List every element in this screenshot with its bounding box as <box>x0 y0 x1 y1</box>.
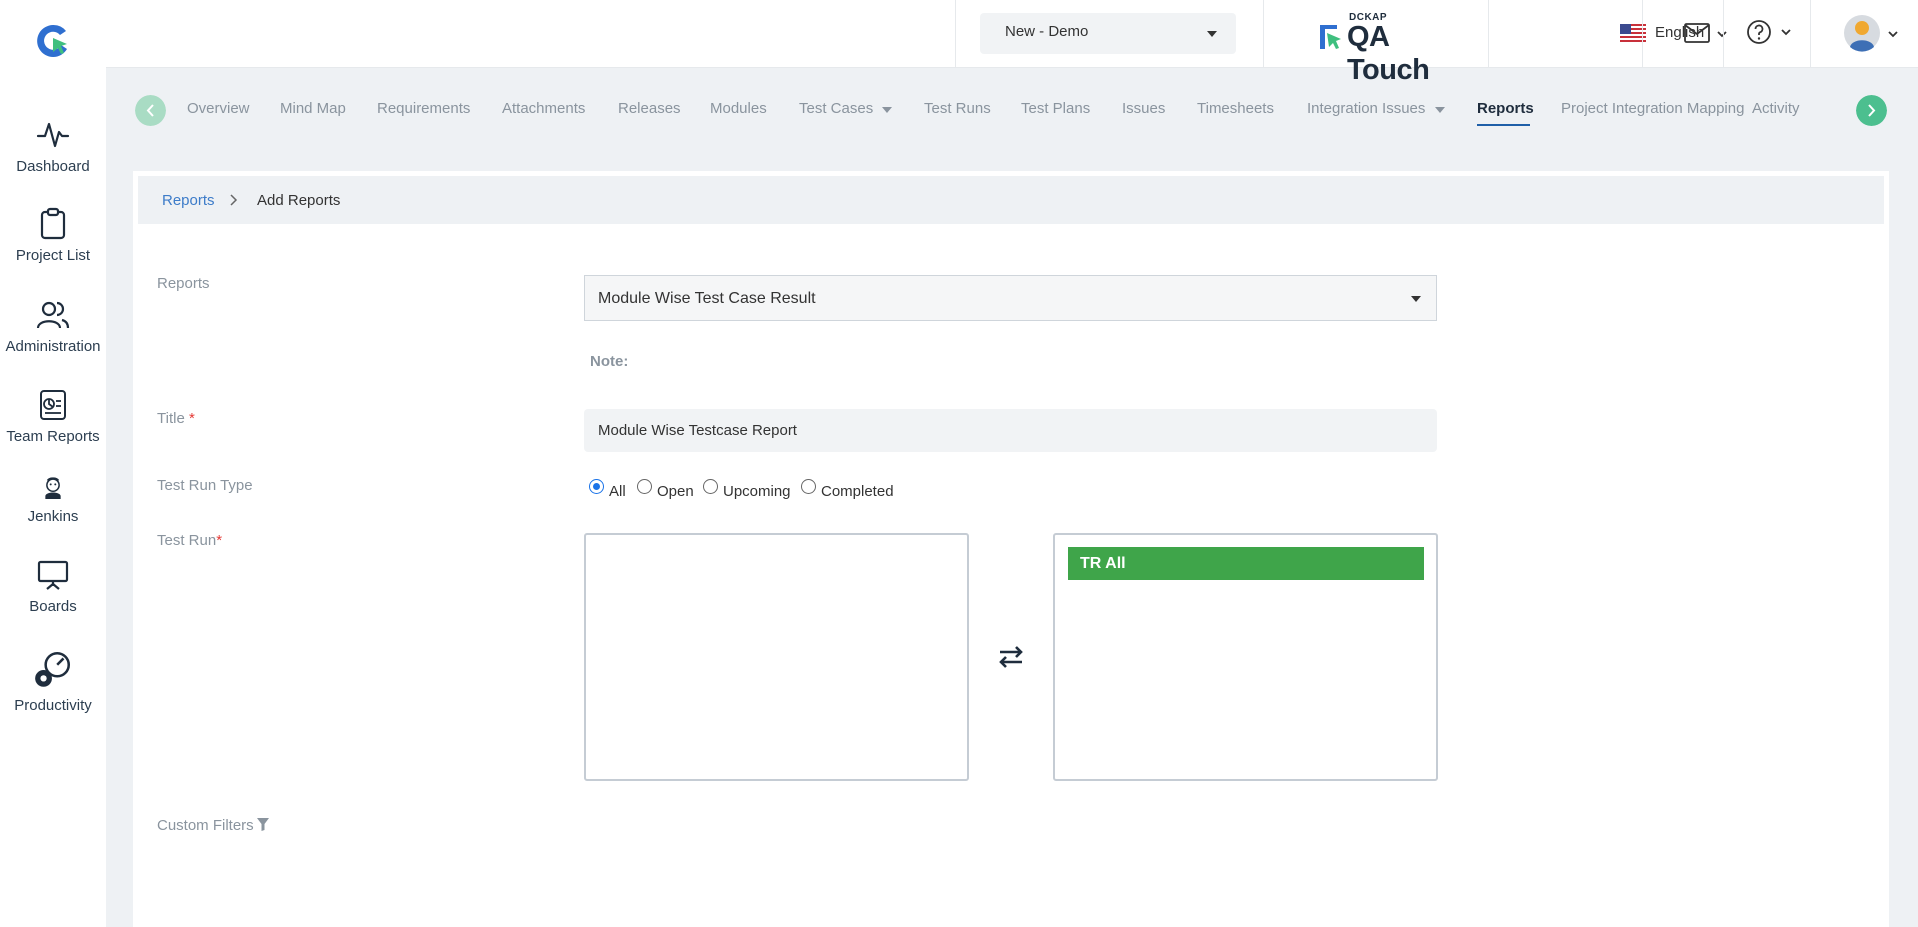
tab-timesheets[interactable]: Timesheets <box>1197 100 1274 117</box>
radio-all-label: All <box>609 483 626 500</box>
sidebar-item-label: Administration <box>5 338 101 355</box>
radio-completed-label: Completed <box>821 483 894 500</box>
sidebar-item-team-reports[interactable]: Team Reports <box>0 388 106 445</box>
tabs-scroll-left-button[interactable] <box>135 95 166 126</box>
sidebar-item-label: Jenkins <box>27 508 79 525</box>
note-label: Note: <box>590 353 629 370</box>
test-run-label-text: Test Run <box>157 532 217 549</box>
sidebar-item-jenkins[interactable]: Jenkins <box>0 476 106 525</box>
tab-attachments[interactable]: Attachments <box>502 100 585 117</box>
sidebar-item-label: Dashboard <box>16 158 90 175</box>
tab-integration-issues[interactable]: Integration Issues <box>1307 100 1425 117</box>
sidebar-item-project-list[interactable]: Project List <box>0 207 106 264</box>
tab-test-plans[interactable]: Test Plans <box>1021 100 1090 117</box>
breadcrumb: Reports Add Reports <box>138 176 1884 224</box>
user-menu[interactable] <box>1843 14 1903 54</box>
chevron-down-icon <box>1888 31 1898 38</box>
filter-icon[interactable] <box>257 818 269 831</box>
caret-down-icon <box>882 107 892 113</box>
tab-modules[interactable]: Modules <box>710 100 767 117</box>
avatar <box>1844 15 1880 52</box>
tabs-scroll-right-button[interactable] <box>1856 95 1887 126</box>
tab-mind-map[interactable]: Mind Map <box>280 100 346 117</box>
chevron-right-icon <box>230 194 238 206</box>
active-tab-indicator <box>1477 124 1530 126</box>
help-icon <box>1747 20 1771 44</box>
breadcrumb-current: Add Reports <box>257 192 341 209</box>
caret-down-icon <box>1207 31 1217 37</box>
qatouch-logo-icon[interactable] <box>34 22 72 60</box>
title-input[interactable] <box>584 409 1437 452</box>
project-select[interactable]: New - Demo <box>980 13 1236 54</box>
tab-project-integration-mapping[interactable]: Project Integration Mapping <box>1561 100 1744 117</box>
board-icon <box>37 560 69 590</box>
header-divider <box>1263 0 1264 68</box>
test-run-label: Test Run* <box>157 532 222 549</box>
chevron-down-icon <box>1717 31 1727 38</box>
qatouch-logo-icon <box>1320 25 1341 49</box>
tab-overview[interactable]: Overview <box>187 100 250 117</box>
title-label-text: Title <box>157 410 185 427</box>
sidebar-item-boards[interactable]: Boards <box>0 558 106 615</box>
caret-down-icon <box>1435 107 1445 113</box>
tab-test-cases[interactable]: Test Cases <box>799 100 873 117</box>
required-marker: * <box>216 532 223 549</box>
header-divider <box>1723 0 1724 68</box>
sidebar-item-label: Team Reports <box>6 428 100 445</box>
radio-completed[interactable] <box>801 479 816 494</box>
top-header: New - Demo DCKAP QA Touch English <box>106 0 1918 86</box>
brand-logo[interactable]: DCKAP QA Touch <box>1311 12 1471 86</box>
header-divider <box>1488 0 1489 68</box>
tab-test-runs[interactable]: Test Runs <box>924 100 991 117</box>
radio-upcoming-label: Upcoming <box>723 483 791 500</box>
clipboard-icon <box>40 207 66 240</box>
header-divider <box>955 0 956 68</box>
breadcrumb-reports-link[interactable]: Reports <box>162 192 215 209</box>
sidebar-item-label: Project List <box>15 247 91 264</box>
sidebar-item-administration[interactable]: Administration <box>0 298 106 355</box>
radio-open[interactable] <box>637 479 652 494</box>
tab-reports[interactable]: Reports <box>1477 100 1534 117</box>
sidebar-item-label: Boards <box>29 598 77 615</box>
list-item[interactable]: TR All <box>1068 547 1424 580</box>
title-label: Title * <box>157 410 195 427</box>
sidebar-item-label: Productivity <box>14 697 92 714</box>
radio-open-label: Open <box>657 483 694 500</box>
sidebar: Dashboard Project List Administration Te… <box>0 0 106 927</box>
pulse-icon <box>36 122 70 148</box>
radio-all[interactable] <box>589 479 604 494</box>
gears-icon <box>35 651 71 687</box>
header-divider <box>1642 0 1643 68</box>
report-type-value: Module Wise Test Case Result <box>598 290 816 307</box>
radio-upcoming[interactable] <box>703 479 718 494</box>
required-marker: * <box>188 410 195 427</box>
header-divider <box>1810 0 1811 68</box>
custom-filters-toggle[interactable]: Custom Filters <box>157 817 254 834</box>
jenkins-icon <box>45 477 61 499</box>
caret-down-icon <box>1411 296 1421 302</box>
report-icon <box>40 390 66 420</box>
test-run-type-label: Test Run Type <box>157 477 253 494</box>
tab-requirements[interactable]: Requirements <box>377 100 470 117</box>
tab-activity[interactable]: Activity <box>1752 100 1800 117</box>
project-select-value: New - Demo <box>1005 23 1089 40</box>
selected-test-runs-list[interactable]: TR All <box>1053 533 1438 781</box>
chevron-down-icon <box>1781 29 1791 36</box>
help-menu[interactable] <box>1746 19 1794 47</box>
sidebar-item-productivity[interactable]: Productivity <box>0 649 106 714</box>
mail-icon[interactable] <box>1684 23 1710 43</box>
sidebar-item-dashboard[interactable]: Dashboard <box>0 118 106 175</box>
tab-releases[interactable]: Releases <box>618 100 681 117</box>
users-icon <box>36 301 70 329</box>
swap-arrows-icon[interactable] <box>998 645 1024 669</box>
report-type-select[interactable]: Module Wise Test Case Result <box>584 275 1437 321</box>
tab-issues[interactable]: Issues <box>1122 100 1165 117</box>
reports-label: Reports <box>157 275 210 292</box>
available-test-runs-list[interactable] <box>584 533 969 781</box>
